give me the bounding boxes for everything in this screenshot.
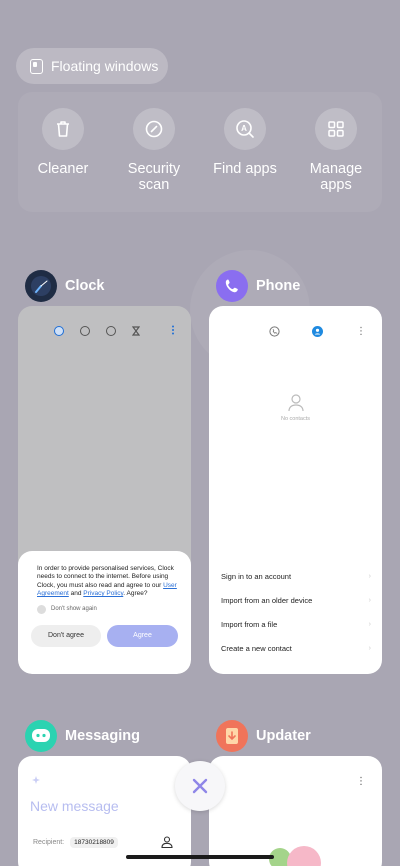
import-file-option[interactable]: Import from a file › <box>221 612 371 636</box>
dialog-message: In order to provide personalised service… <box>37 565 179 599</box>
create-contact-option[interactable]: Create a new contact › <box>221 636 371 660</box>
manage-apps-button[interactable]: Manage apps <box>291 108 381 193</box>
contacts-tab-icon[interactable] <box>312 326 323 337</box>
messaging-window-card[interactable]: New message Recipient: 18730218809 <box>18 756 191 866</box>
stopwatch-tab-icon[interactable] <box>106 326 116 336</box>
find-apps-icon: A <box>224 108 266 150</box>
import-older-device-option[interactable]: Import from an older device › <box>221 588 371 612</box>
illustration-pink <box>287 846 321 866</box>
dialog-text-and: and <box>68 590 84 598</box>
security-scan-label: Security scan <box>127 161 181 193</box>
empty-contacts: No contacts <box>209 394 382 422</box>
recipient-row[interactable]: Recipient: 18730218809 <box>33 837 118 848</box>
new-message-title: New message <box>30 798 119 814</box>
dont-show-again-row[interactable]: Don't show again <box>37 604 179 614</box>
updater-window-card[interactable]: ⋮ <box>209 756 382 866</box>
clock-app-header[interactable]: Clock <box>25 270 105 302</box>
clear-all-button[interactable] <box>175 761 225 811</box>
agree-button[interactable]: Agree <box>107 624 178 647</box>
clock-app-name: Clock <box>65 278 105 294</box>
grid-icon <box>315 108 357 150</box>
home-indicator[interactable] <box>126 855 274 859</box>
phone-app-name: Phone <box>256 278 301 294</box>
sign-in-label: Sign in to an account <box>221 571 292 581</box>
sparkle-icon <box>32 776 40 784</box>
messaging-app-icon <box>25 720 57 752</box>
dont-show-checkbox[interactable] <box>37 604 46 614</box>
clock-tabs <box>54 326 140 336</box>
more-options-icon[interactable]: ⋮ <box>356 326 366 337</box>
phone-tabs <box>269 326 323 337</box>
no-contacts-label: No contacts <box>280 416 311 422</box>
quick-tools-panel: Cleaner Security scan A Find apps Manage… <box>18 92 382 212</box>
trash-icon <box>42 108 84 150</box>
privacy-policy-link[interactable]: Privacy Policy <box>83 590 123 597</box>
add-contact-icon[interactable] <box>161 836 173 848</box>
create-contact-label: Create a new contact <box>221 643 292 653</box>
close-icon <box>192 778 208 794</box>
chevron-right-icon: › <box>368 596 371 604</box>
updater-app-header[interactable]: Updater <box>216 720 311 752</box>
messaging-app-name: Messaging <box>65 728 140 744</box>
more-options-icon[interactable] <box>171 325 175 335</box>
more-options-icon[interactable]: ⋮ <box>356 776 366 787</box>
phone-app-icon <box>216 270 248 302</box>
shield-check-icon <box>133 108 175 150</box>
recipient-label: Recipient: <box>33 839 65 846</box>
timer-tab-icon[interactable] <box>132 326 140 336</box>
phone-app-header[interactable]: Phone <box>216 270 300 302</box>
chevron-right-icon: › <box>368 572 371 580</box>
cleaner-button[interactable]: Cleaner <box>18 108 108 177</box>
phone-window-card[interactable]: ⋮ No contacts Sign in to an account › Imp… <box>209 306 382 674</box>
cleaner-label: Cleaner <box>37 161 89 177</box>
import-file-label: Import from a file <box>221 619 278 629</box>
floating-windows-label: Floating windows <box>51 58 159 74</box>
dont-show-label: Don't show again <box>51 606 97 613</box>
dont-agree-button[interactable]: Don't agree <box>31 624 101 647</box>
find-apps-button[interactable]: A Find apps <box>200 108 290 177</box>
manage-apps-label: Manage apps <box>309 161 363 193</box>
phone-options-list: Sign in to an account › Import from an ol… <box>221 564 371 660</box>
clock-tab-icon[interactable] <box>80 326 90 336</box>
messaging-app-header[interactable]: Messaging <box>25 720 140 752</box>
floating-window-icon <box>30 58 43 74</box>
alarm-tab-icon[interactable] <box>54 326 64 336</box>
dialog-buttons: Don't agree Agree <box>31 624 179 647</box>
find-apps-label: Find apps <box>213 161 277 177</box>
chevron-right-icon: › <box>368 620 371 628</box>
security-scan-button[interactable]: Security scan <box>109 108 199 193</box>
updater-app-name: Updater <box>256 728 311 744</box>
internet-permission-dialog: In order to provide personalised service… <box>18 551 191 674</box>
import-older-device-label: Import from an older device <box>221 595 313 605</box>
svg-text:A: A <box>241 124 247 133</box>
clock-window-card[interactable]: In order to provide personalised service… <box>18 306 191 674</box>
floating-windows-button[interactable]: Floating windows <box>16 48 168 84</box>
updater-app-icon <box>216 720 248 752</box>
sign-in-option[interactable]: Sign in to an account › <box>221 564 371 588</box>
person-placeholder-icon <box>287 394 304 412</box>
chevron-right-icon: › <box>368 644 371 652</box>
dialog-text-after: . Agree? <box>123 590 148 598</box>
recipient-chip[interactable]: 18730218809 <box>70 837 118 848</box>
dialog-text-before: In order to provide personalised service… <box>37 565 174 589</box>
clock-app-icon <box>25 270 57 302</box>
recents-tab-icon[interactable] <box>269 326 280 337</box>
